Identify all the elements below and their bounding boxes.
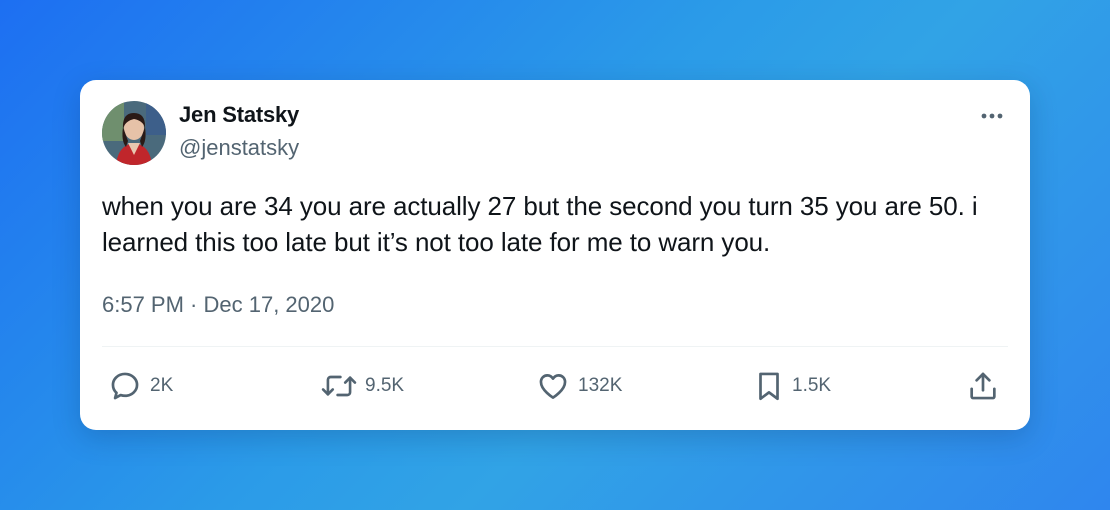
bookmark-count: 1.5K: [792, 375, 832, 396]
action-bar: 2K 9.5K 132K 1.5K: [102, 366, 1008, 406]
like-count: 132K: [578, 375, 623, 396]
tweet-text: when you are 34 you are actually 27 but …: [102, 191, 978, 257]
divider: [102, 346, 1008, 347]
like-button[interactable]: 132K: [536, 366, 622, 406]
reply-icon: [111, 372, 139, 400]
more-options-button[interactable]: [978, 104, 1006, 128]
author-handle[interactable]: @jenstatsky: [179, 135, 299, 161]
share-button[interactable]: [966, 366, 1000, 406]
bookmark-button[interactable]: 1.5K: [754, 366, 831, 406]
more-icon: [981, 113, 1003, 119]
retweet-count: 9.5K: [365, 375, 405, 396]
reply-count: 2K: [150, 375, 174, 396]
avatar[interactable]: [102, 101, 166, 165]
share-icon: [970, 372, 996, 400]
bookmark-icon: [759, 372, 779, 401]
retweet-icon: [321, 375, 357, 397]
tweet-card: Jen Statsky @jenstatsky when you are 34 …: [80, 80, 1030, 430]
author-display-name[interactable]: Jen Statsky: [179, 102, 299, 128]
retweet-button[interactable]: 9.5K: [321, 366, 404, 406]
reply-button[interactable]: 2K: [108, 366, 173, 406]
heart-icon: [539, 374, 567, 399]
profile-photo-icon: [102, 101, 166, 165]
tweet-timestamp[interactable]: 6:57 PM · Dec 17, 2020: [102, 292, 334, 318]
